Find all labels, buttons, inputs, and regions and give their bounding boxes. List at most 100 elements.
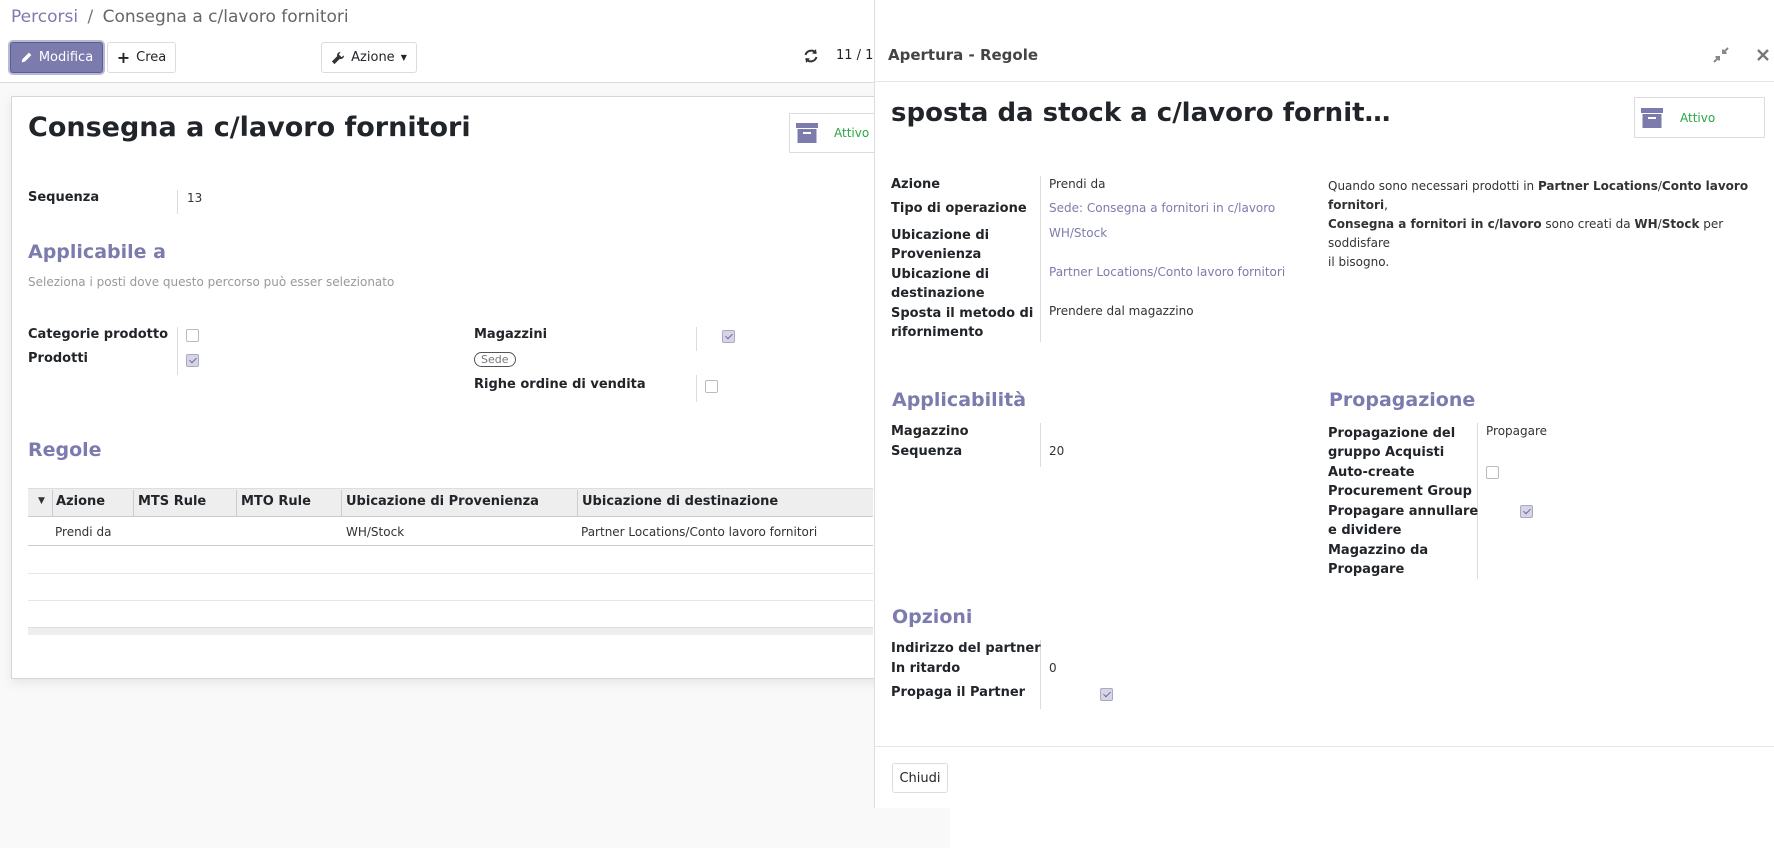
auto-create-group-label-line2: Procurement Group bbox=[1328, 484, 1472, 499]
supply-method-label: Sposta il metodo di rifornimento bbox=[891, 304, 1033, 342]
divider bbox=[696, 327, 697, 351]
column-header-mto[interactable]: MTO Rule bbox=[241, 494, 311, 509]
sale-lines-label: Righe ordine di vendita bbox=[474, 377, 646, 392]
dialog-active-button[interactable]: Attivo bbox=[1634, 97, 1765, 138]
source-location-label-line1: Ubicazione di bbox=[891, 228, 990, 243]
note-text: il bisogno. bbox=[1328, 255, 1390, 269]
propagate-cancel-label-line2: e dividere bbox=[1328, 523, 1402, 538]
breadcrumb-current: Consegna a c/lavoro fornitori bbox=[102, 7, 349, 27]
supply-method-label-line1: Sposta il metodo di bbox=[891, 306, 1034, 321]
propagate-warehouse-label: Magazzino da Propagare bbox=[1328, 541, 1428, 579]
propagate-cancel-checkbox[interactable] bbox=[1520, 505, 1534, 518]
row-destination[interactable]: Partner Locations/Conto lavoro fornitori bbox=[581, 525, 817, 539]
column-header-destination[interactable]: Ubicazione di destinazione bbox=[582, 494, 778, 509]
propagation-group-value[interactable]: Propagare bbox=[1486, 424, 1547, 438]
partner-address-label: Indirizzo del partner bbox=[891, 641, 1041, 656]
supply-method-value[interactable]: Prendere dal magazzino bbox=[1049, 304, 1194, 318]
warehouse-label: Magazzino bbox=[891, 424, 969, 439]
edit-button[interactable]: Modifica bbox=[10, 42, 103, 73]
auto-create-group-checkbox[interactable] bbox=[1486, 466, 1499, 479]
warehouse-tag[interactable]: Sede bbox=[474, 352, 516, 367]
note-text: , bbox=[1384, 198, 1388, 212]
table-footer bbox=[28, 627, 873, 635]
divider bbox=[133, 490, 134, 516]
column-header-action[interactable]: Azione bbox=[56, 494, 105, 509]
product-categories-label: Categorie prodotto bbox=[28, 327, 169, 342]
background-below-dialog bbox=[950, 808, 1774, 848]
row-source[interactable]: WH/Stock bbox=[346, 525, 404, 539]
options-section-title: Opzioni bbox=[892, 606, 973, 628]
pencil-icon bbox=[21, 52, 32, 63]
refresh-icon[interactable] bbox=[803, 48, 819, 64]
sequence-value[interactable]: 13 bbox=[187, 191, 202, 205]
note-text: Quando sono necessari prodotti in bbox=[1328, 179, 1538, 193]
create-button-label: Crea bbox=[136, 50, 167, 65]
applicable-section-title: Applicabile a bbox=[28, 241, 166, 263]
product-categories-checkbox[interactable] bbox=[186, 329, 199, 342]
rule-action-label: Azione bbox=[891, 177, 941, 192]
form-sheet bbox=[11, 96, 891, 679]
column-header-source[interactable]: Ubicazione di Provenienza bbox=[346, 494, 539, 509]
table-row-divider bbox=[28, 573, 873, 574]
archive-icon bbox=[1641, 107, 1663, 128]
close-dialog-button[interactable]: Chiudi bbox=[892, 763, 948, 793]
action-dropdown[interactable]: Azione ▼ bbox=[321, 42, 417, 73]
applicable-help: Seleziona i posti dove questo percorso p… bbox=[28, 275, 395, 289]
operation-type-link[interactable]: Sede: Consegna a fornitori in c/lavoro bbox=[1049, 201, 1275, 215]
wrench-icon bbox=[332, 51, 345, 64]
divider bbox=[236, 490, 237, 516]
compress-icon[interactable] bbox=[1713, 47, 1729, 63]
table-row-divider bbox=[28, 600, 873, 601]
create-button[interactable]: + Crea bbox=[107, 42, 176, 73]
sequence-label: Sequenza bbox=[28, 190, 100, 205]
divider bbox=[696, 375, 697, 402]
dialog-record-title: sposta da stock a c/lavoro fornit… bbox=[891, 98, 1391, 128]
source-location-link[interactable]: WH/Stock bbox=[1049, 226, 1107, 240]
operation-type-label: Tipo di operazione bbox=[891, 201, 1027, 216]
propagation-group-label-line1: Propagazione del bbox=[1328, 426, 1456, 441]
destination-location-link[interactable]: Partner Locations/Conto lavoro fornitori bbox=[1049, 265, 1285, 279]
dialog-header-divider bbox=[874, 81, 1774, 82]
table-row-divider bbox=[28, 545, 873, 546]
propagate-warehouse-label-line1: Magazzino da bbox=[1328, 543, 1429, 558]
sort-caret-icon[interactable]: ▼ bbox=[38, 496, 45, 506]
products-label: Prodotti bbox=[28, 351, 88, 366]
note-bold: WH bbox=[1634, 217, 1658, 231]
propagate-cancel-label: Propagare annullare e dividere bbox=[1328, 502, 1478, 540]
divider bbox=[1477, 423, 1478, 579]
divider bbox=[177, 190, 178, 214]
active-button-label: Attivo bbox=[834, 126, 870, 140]
edit-button-label: Modifica bbox=[38, 50, 94, 65]
breadcrumb: Percorsi / Consegna a c/lavoro fornitori bbox=[11, 7, 349, 27]
propagation-section-title: Propagazione bbox=[1329, 389, 1476, 411]
propagation-group-label: Propagazione del gruppo Acquisti bbox=[1328, 424, 1455, 462]
rule-action-value[interactable]: Prendi da bbox=[1049, 177, 1105, 191]
delay-value[interactable]: 0 bbox=[1049, 661, 1057, 675]
warehouses-checkbox[interactable] bbox=[722, 330, 736, 343]
note-bold: Conto lavoro bbox=[1661, 179, 1749, 193]
close-icon[interactable] bbox=[1756, 48, 1770, 62]
archive-icon bbox=[796, 123, 818, 143]
sale-lines-checkbox[interactable] bbox=[705, 380, 718, 393]
row-action[interactable]: Prendi da bbox=[55, 525, 111, 539]
note-bold: Partner Locations bbox=[1537, 179, 1658, 193]
note-bold: Consegna a fornitori in c/lavoro bbox=[1328, 217, 1542, 231]
propagate-warehouse-label-line2: Propagare bbox=[1328, 562, 1405, 577]
dialog-active-label: Attivo bbox=[1680, 110, 1716, 125]
action-dropdown-label: Azione bbox=[351, 50, 395, 65]
dialog-footer-divider bbox=[874, 746, 1774, 747]
column-header-mts[interactable]: MTS Rule bbox=[138, 494, 206, 509]
destination-location-label-line1: Ubicazione di bbox=[891, 267, 990, 282]
breadcrumb-parent[interactable]: Percorsi bbox=[11, 7, 78, 27]
auto-create-group-label: Auto-create Procurement Group bbox=[1328, 463, 1472, 501]
divider bbox=[52, 490, 53, 516]
propagate-partner-checkbox[interactable] bbox=[1100, 688, 1114, 701]
destination-location-label: Ubicazione di destinazione bbox=[891, 265, 989, 303]
note-bold: Stock bbox=[1661, 217, 1700, 231]
rule-sequence-value[interactable]: 20 bbox=[1049, 444, 1064, 458]
destination-location-label-line2: destinazione bbox=[891, 286, 985, 301]
rule-sequence-label: Sequenza bbox=[891, 444, 963, 459]
products-checkbox[interactable] bbox=[186, 354, 199, 367]
supply-method-label-line2: rifornimento bbox=[891, 325, 984, 340]
divider bbox=[1040, 176, 1041, 342]
